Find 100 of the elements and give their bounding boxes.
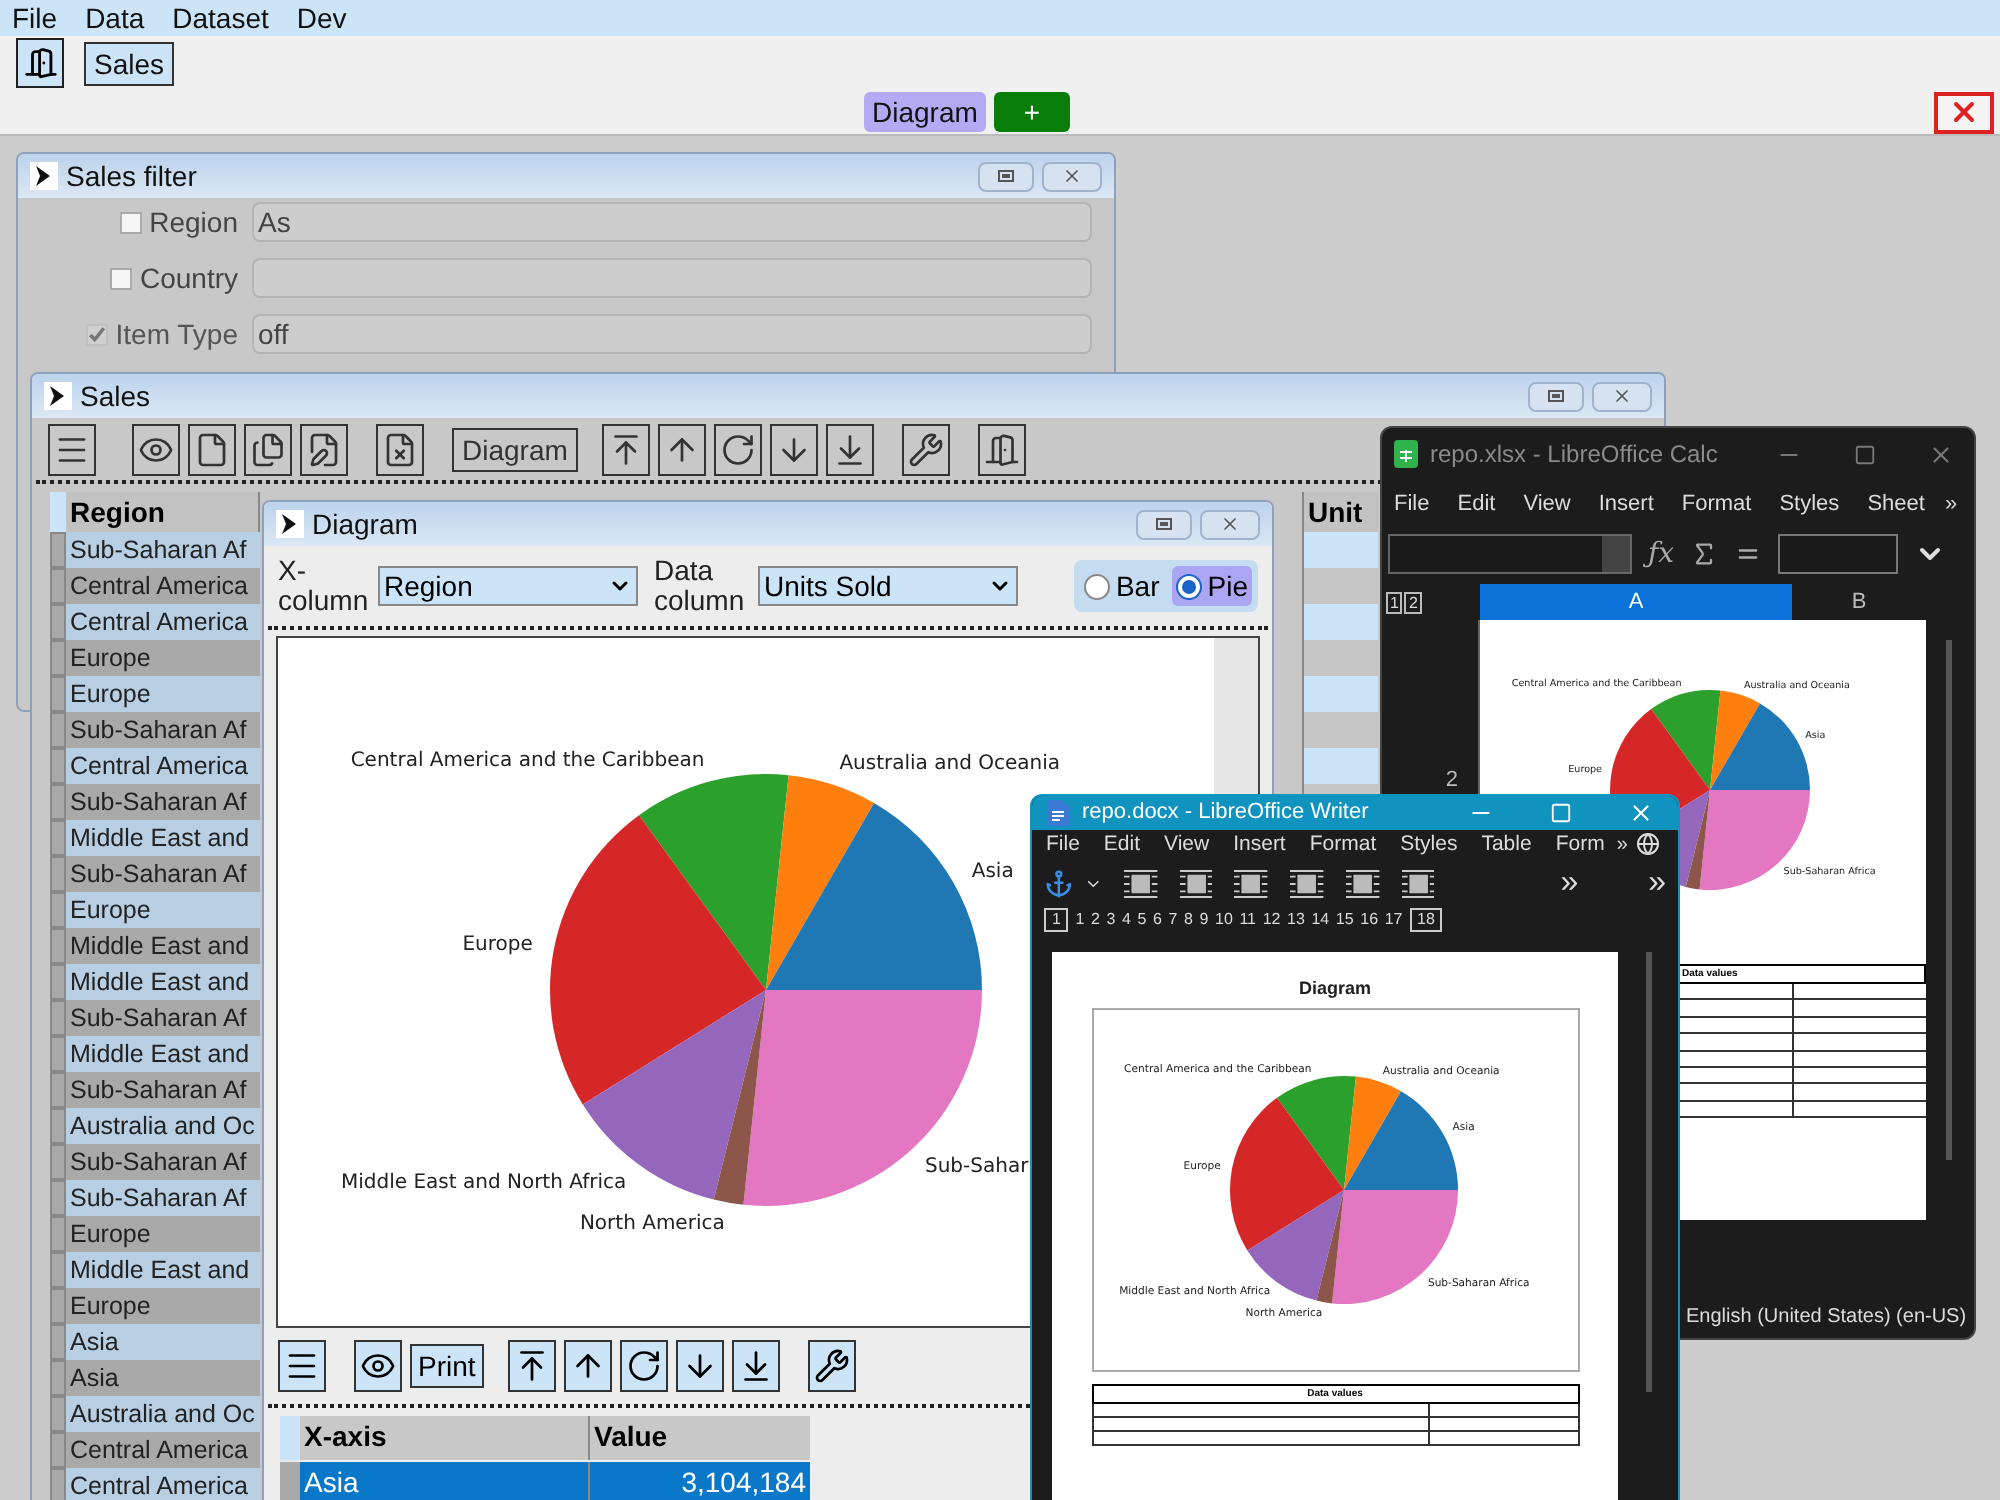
table-row[interactable]: Asia 3,104,184: [280, 1462, 810, 1500]
sales-tab[interactable]: Sales: [84, 41, 175, 85]
outline-level-button[interactable]: 1: [1386, 591, 1403, 613]
column-header[interactable]: Unit: [1302, 492, 1378, 532]
table-cell: Australia and Oc: [66, 1396, 260, 1432]
ruler-number: 15: [1335, 910, 1354, 931]
restore-button[interactable]: [978, 161, 1034, 191]
menu-item[interactable]: Format: [1309, 829, 1377, 861]
menu-item[interactable]: Format: [1681, 487, 1752, 521]
menu-item[interactable]: Form: [1555, 829, 1605, 861]
tab[interactable]: Diagram: [864, 92, 986, 132]
more-button[interactable]: »: [1560, 860, 1579, 909]
menu-item[interactable]: Edit: [1103, 829, 1141, 861]
exit-button[interactable]: [16, 38, 64, 88]
menu-item[interactable]: View: [1164, 829, 1210, 861]
text-wrap-icon[interactable]: [1345, 868, 1380, 901]
ruler-number: 3: [1106, 910, 1116, 931]
menu-icon-button[interactable]: [48, 423, 96, 475]
new-file-icon-button[interactable]: [188, 423, 236, 475]
ruler-number: 1: [1075, 910, 1085, 931]
close-button[interactable]: [1592, 381, 1652, 411]
eye-icon-button[interactable]: [132, 423, 180, 475]
menu-item[interactable]: Styles: [1400, 829, 1458, 861]
down-arrow-icon-button[interactable]: [769, 423, 818, 475]
text-wrap-icon[interactable]: [1179, 868, 1213, 901]
dropdown[interactable]: Units Sold: [758, 566, 1018, 606]
exit-icon-button[interactable]: [977, 423, 1026, 475]
copy-files-icon-button[interactable]: [244, 423, 292, 475]
text-field[interactable]: As: [252, 202, 1092, 242]
refresh-icon-button[interactable]: [713, 423, 762, 475]
language-icon[interactable]: [1635, 832, 1660, 857]
outline-level-button[interactable]: 2: [1404, 591, 1422, 613]
table-cell-text: 3,104,184: [679, 1464, 808, 1500]
add-tab-button[interactable]: +: [993, 92, 1070, 132]
menu-item[interactable]: File: [1046, 829, 1080, 861]
first-icon-button[interactable]: [507, 1340, 556, 1392]
column-header[interactable]: Region: [66, 492, 260, 532]
formula-field[interactable]: [1778, 534, 1899, 574]
last-icon-button[interactable]: [731, 1340, 780, 1392]
menu-item[interactable]: File: [1394, 487, 1430, 521]
menu-item[interactable]: Styles: [1779, 487, 1840, 521]
restore-button[interactable]: [1136, 509, 1192, 539]
menu-item[interactable]: Edit: [1457, 487, 1496, 521]
spreadsheet-icon: [1394, 440, 1418, 468]
up-arrow-icon-button[interactable]: [563, 1340, 612, 1392]
radio-button[interactable]: Pie: [1171, 566, 1252, 606]
delete-file-icon-button[interactable]: [376, 423, 424, 475]
menu-item[interactable]: View: [1523, 487, 1571, 521]
last-icon-button[interactable]: [825, 423, 874, 475]
eye-icon-button[interactable]: [354, 1340, 402, 1392]
text-field[interactable]: [252, 258, 1092, 298]
text-wrap-icon[interactable]: [1124, 868, 1158, 901]
refresh-icon-button[interactable]: [619, 1340, 668, 1392]
more-button[interactable]: »: [1944, 487, 1958, 521]
scrollbar[interactable]: [1646, 952, 1652, 1393]
column-header[interactable]: A: [1480, 584, 1792, 620]
refresh-icon-icon: [719, 431, 756, 467]
diagram-button[interactable]: Diagram: [452, 427, 578, 471]
down-arrow-icon-button[interactable]: [675, 1340, 724, 1392]
more-button[interactable]: »: [1648, 860, 1667, 909]
name-box[interactable]: [1388, 534, 1632, 574]
column-header[interactable]: X-axis: [300, 1416, 590, 1460]
ruler-number: 4: [1122, 910, 1131, 931]
close-button[interactable]: [1042, 161, 1102, 191]
maximize-icon[interactable]: [1854, 443, 1876, 465]
close-icon[interactable]: [1928, 441, 1954, 467]
checkbox[interactable]: [119, 211, 142, 233]
ruler-number: 14: [1311, 910, 1330, 931]
first-icon-button[interactable]: [601, 423, 650, 475]
close-button[interactable]: [1200, 509, 1260, 539]
checkbox[interactable]: [109, 267, 132, 289]
menu-item[interactable]: File: [12, 4, 58, 32]
dropdown[interactable]: Region: [378, 566, 638, 606]
text-wrap-icon[interactable]: [1290, 868, 1324, 901]
text-wrap-icon[interactable]: [1234, 868, 1269, 901]
text-wrap-icon[interactable]: [1401, 868, 1435, 901]
menu-item[interactable]: Dataset: [172, 4, 269, 32]
menu-item[interactable]: Data: [85, 4, 145, 32]
close-icon: [1062, 166, 1082, 186]
restore-button[interactable]: [1528, 381, 1584, 411]
function-wizard-button[interactable]: ƒx: [1648, 533, 1675, 575]
menu-item[interactable]: Table: [1481, 829, 1532, 861]
menu-item[interactable]: Dev: [296, 4, 347, 32]
scrollbar[interactable]: [1214, 638, 1258, 794]
edit-file-icon-button[interactable]: [300, 423, 348, 475]
anchor-icon[interactable]: [1044, 868, 1074, 901]
menu-item[interactable]: Insert: [1598, 487, 1654, 521]
menu-icon-button[interactable]: [278, 1340, 326, 1392]
ruler-number: 11: [1239, 910, 1257, 931]
column-header[interactable]: Value: [590, 1416, 810, 1460]
menu-item[interactable]: Sheet: [1867, 487, 1925, 521]
tools-icon-button[interactable]: [807, 1340, 856, 1392]
menu-item[interactable]: Insert: [1233, 829, 1286, 861]
tools-icon-button[interactable]: [901, 423, 950, 475]
close-button[interactable]: [1934, 91, 1994, 133]
more-button[interactable]: »: [1616, 829, 1628, 860]
print-button[interactable]: Print: [410, 1344, 484, 1388]
radio-button[interactable]: Bar: [1079, 566, 1164, 606]
up-arrow-icon-button[interactable]: [657, 423, 706, 475]
slice-label: Australia and Oceania: [839, 753, 1061, 776]
